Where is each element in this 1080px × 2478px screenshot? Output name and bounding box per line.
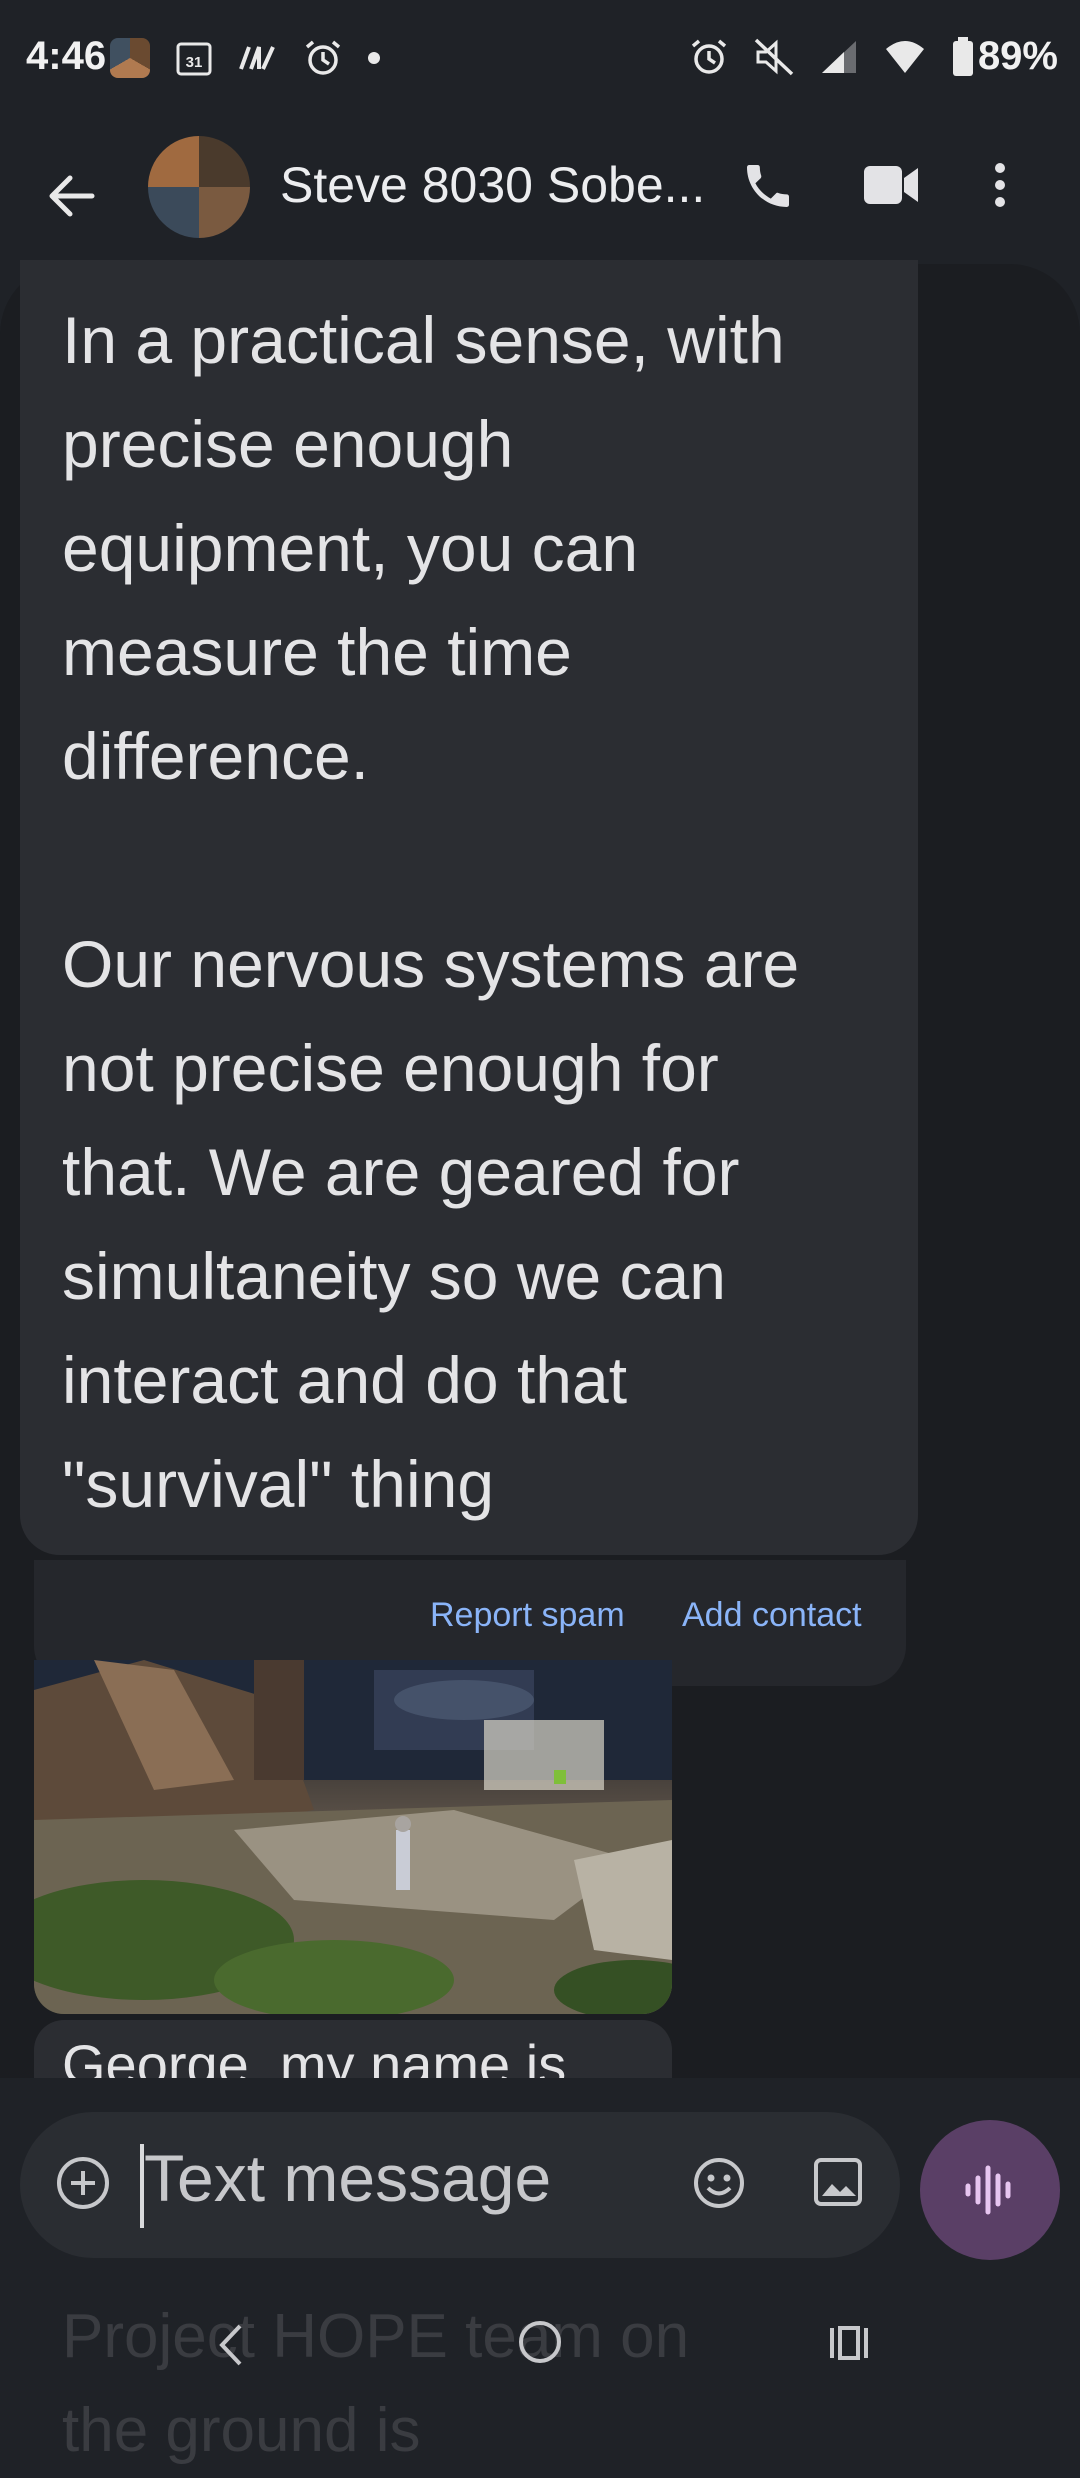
notification-dot-icon	[368, 52, 380, 64]
alarm-icon	[304, 39, 342, 77]
voice-message-button[interactable]	[920, 2120, 1060, 2260]
calendar-icon: 31	[176, 39, 212, 77]
add-contact-button[interactable]: Add contact	[682, 1596, 862, 1635]
message-input[interactable]: Text message	[144, 2140, 551, 2216]
emoji-icon[interactable]	[690, 2154, 748, 2212]
video-call-icon[interactable]	[862, 162, 920, 208]
phone-icon[interactable]	[740, 158, 796, 214]
message-bubble-george[interactable]: George, my name is	[34, 2020, 672, 2078]
compose-bar: Text message	[20, 2112, 900, 2258]
status-left-icons: 31	[110, 38, 380, 78]
gallery-icon[interactable]	[810, 2154, 866, 2210]
message-bubble[interactable]: In a practical sense, with precise enoug…	[20, 260, 918, 1555]
alarm-status-icon	[690, 38, 728, 76]
message-photo[interactable]	[34, 1660, 672, 2014]
nav-back-icon[interactable]	[210, 2320, 250, 2370]
status-bar: 4:46 31 89%	[0, 0, 1080, 124]
nav-home-icon[interactable]	[514, 2316, 566, 2368]
signal-icon	[820, 39, 858, 75]
calendar-day: 31	[186, 54, 203, 71]
nav-recents-icon[interactable]	[826, 2320, 872, 2366]
medium-app-icon	[238, 43, 278, 73]
navigation-bar	[0, 2280, 1080, 2400]
status-time: 4:46	[26, 34, 107, 78]
back-arrow-icon[interactable]	[40, 164, 104, 228]
conversation-title[interactable]: Steve 8030 Sobe...	[280, 156, 705, 214]
wifi-icon	[884, 39, 926, 75]
add-attachment-icon[interactable]	[52, 2152, 114, 2214]
report-spam-button[interactable]: Report spam	[430, 1596, 625, 1635]
battery-percent: 89%	[977, 34, 1058, 78]
battery-icon	[952, 36, 974, 77]
message-list[interactable]: In a practical sense, with precise enoug…	[0, 248, 1080, 2078]
status-right-icons: 89%	[690, 34, 1058, 79]
contact-avatar[interactable]	[148, 136, 250, 238]
waveform-icon	[965, 2165, 1011, 2215]
photo-notification-icon	[110, 38, 150, 78]
mute-icon	[754, 38, 794, 76]
more-options-icon[interactable]	[990, 160, 1010, 210]
